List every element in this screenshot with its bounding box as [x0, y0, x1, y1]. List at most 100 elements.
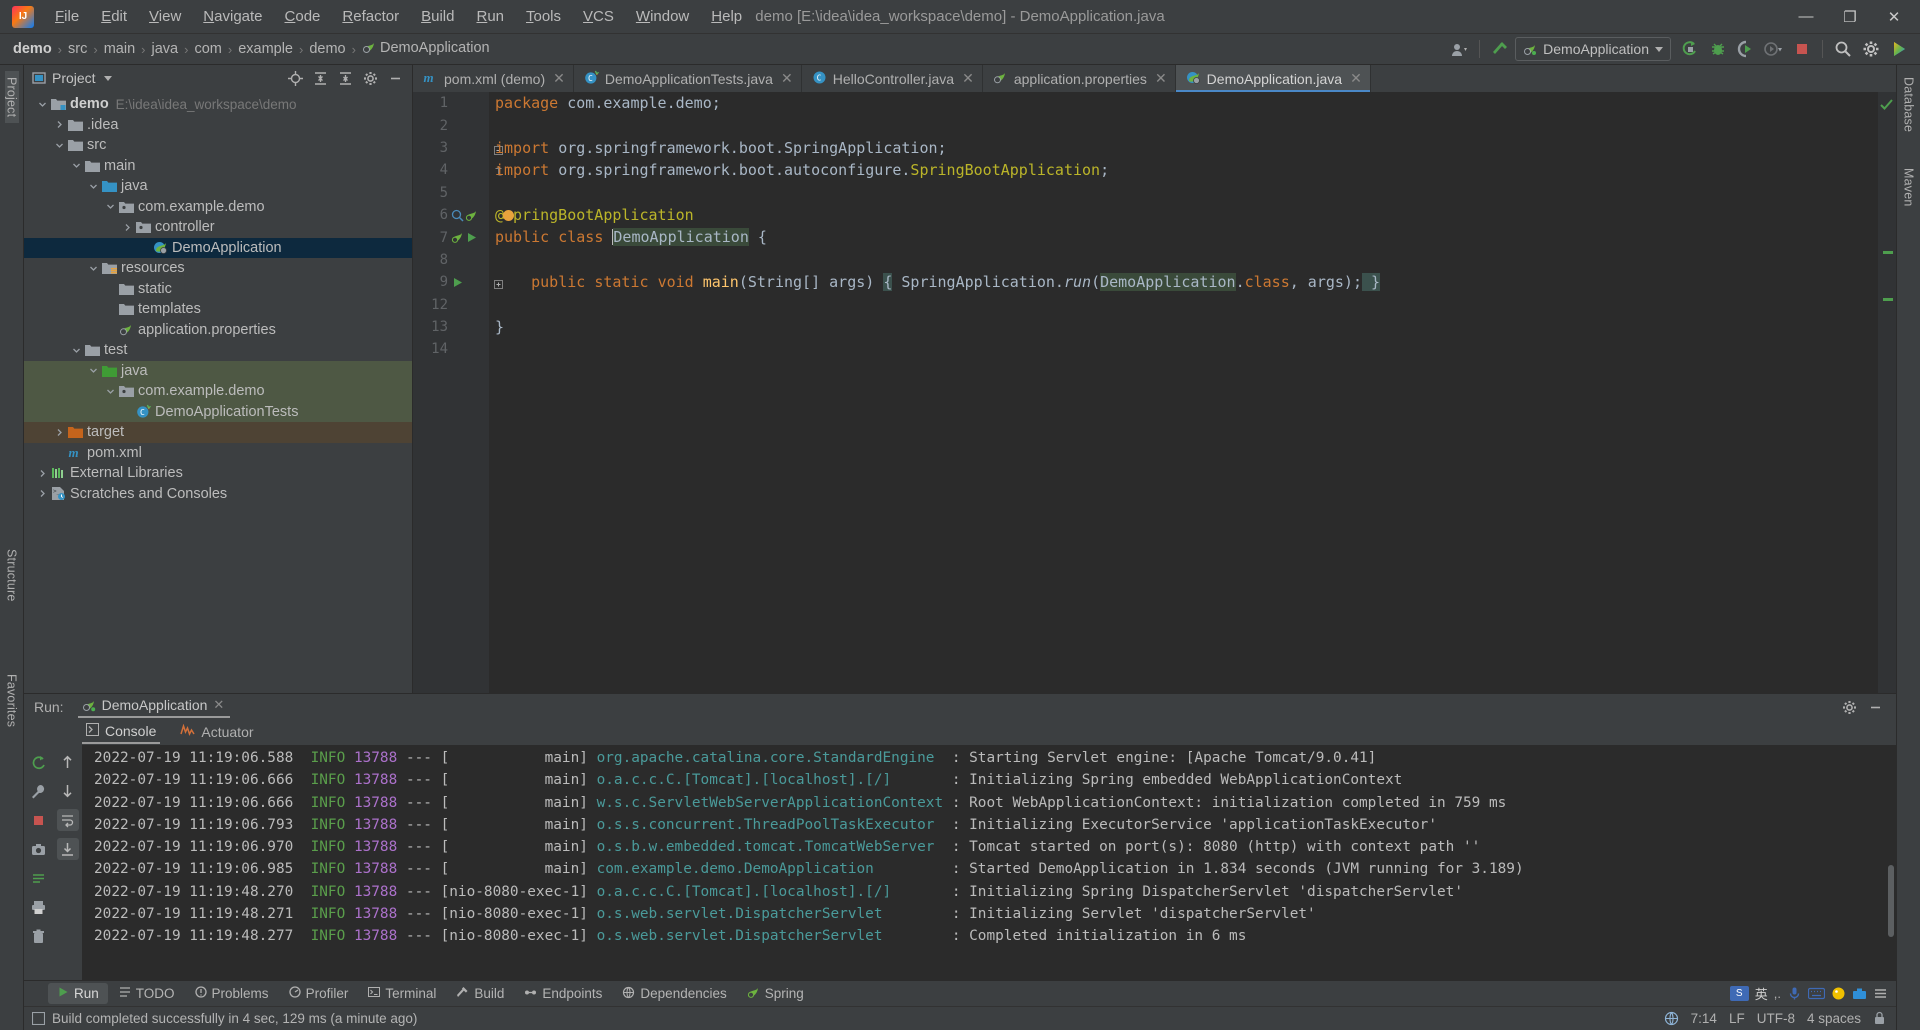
editor-gutter[interactable]: 123456789121314: [413, 92, 489, 693]
expand-all-icon[interactable]: [309, 68, 331, 88]
mic-icon[interactable]: [1787, 986, 1802, 1001]
tree-node-demoapplication[interactable]: DemoApplication: [24, 238, 412, 259]
rail-button-structure[interactable]: Structure: [5, 543, 19, 608]
gutter-line-12[interactable]: 12: [413, 294, 489, 316]
console-output[interactable]: 2022-07-19 11:19:06.588 INFO 13788 --- […: [82, 745, 1896, 980]
tool-window-button-todo[interactable]: TODO: [110, 983, 184, 1004]
editor-tab-demoapplication-java[interactable]: DemoApplication.java✕: [1176, 65, 1371, 92]
menu-item-edit[interactable]: Edit: [90, 4, 138, 29]
tree-node-main[interactable]: main: [24, 156, 412, 177]
spring-bean-icon[interactable]: [451, 231, 464, 244]
rail-button-project[interactable]: Project: [5, 71, 19, 123]
maximize-button[interactable]: ❐: [1828, 0, 1872, 33]
code-line-9[interactable]: public static void main(String[] args) {…: [495, 271, 1878, 293]
code-line-8[interactable]: [495, 249, 1878, 271]
tool-window-button-run[interactable]: Run: [48, 983, 108, 1004]
settings-gear-icon[interactable]: [1838, 697, 1860, 717]
run-gutter-icon[interactable]: [465, 231, 478, 244]
camera-icon[interactable]: [28, 838, 50, 860]
scroll-up-icon[interactable]: [57, 751, 79, 773]
run-gutter-icon[interactable]: [451, 276, 464, 289]
tool-window-button-terminal[interactable]: Terminal: [359, 983, 445, 1004]
tree-expander-icon[interactable]: [53, 120, 66, 129]
hide-icon[interactable]: [1864, 697, 1886, 717]
code-line-1[interactable]: package com.example.demo;: [495, 92, 1878, 114]
scroll-to-end-icon[interactable]: [57, 838, 79, 860]
gutter-line-14[interactable]: 14: [413, 338, 489, 360]
menu-item-refactor[interactable]: Refactor: [331, 4, 410, 29]
tree-node-target[interactable]: target: [24, 422, 412, 443]
code-line-5[interactable]: [495, 182, 1878, 204]
search-everywhere-icon[interactable]: [1830, 37, 1856, 61]
tree-node-application-properties[interactable]: application.properties: [24, 320, 412, 341]
debug-icon[interactable]: [1705, 37, 1731, 61]
tree-expander-icon[interactable]: [53, 428, 66, 437]
menu-icon[interactable]: [1873, 986, 1888, 1001]
menu-item-tools[interactable]: Tools: [515, 4, 572, 29]
code-line-6[interactable]: @pringBootApplication: [495, 204, 1878, 226]
run-configuration-selector[interactable]: DemoApplication: [1515, 37, 1671, 61]
target-scroll-from-source-icon[interactable]: [284, 68, 306, 88]
tree-expander-icon[interactable]: [36, 469, 49, 478]
tree-expander-icon[interactable]: [36, 489, 49, 498]
tool-window-button-problems[interactable]: Problems: [186, 983, 278, 1004]
encoding[interactable]: UTF-8: [1757, 1011, 1795, 1026]
editor-tab-application-properties[interactable]: application.properties✕: [983, 65, 1176, 92]
tool-window-button-profiler[interactable]: Profiler: [280, 983, 358, 1004]
gutter-line-1[interactable]: 1: [413, 92, 489, 114]
tree-expander-icon[interactable]: [53, 141, 66, 150]
breadcrumb-item-demo[interactable]: demo: [10, 39, 55, 59]
tree-expander-icon[interactable]: [87, 182, 100, 191]
profiler-dropdown-icon[interactable]: [1761, 37, 1787, 61]
gutter-line-4[interactable]: 4: [413, 159, 489, 181]
code-line-3[interactable]: import org.springframework.boot.SpringAp…: [495, 137, 1878, 159]
hammer-build-icon[interactable]: [1487, 37, 1513, 61]
palette-icon[interactable]: [1831, 986, 1846, 1001]
tool-window-button-dependencies[interactable]: Dependencies: [613, 983, 735, 1005]
gutter-line-9[interactable]: 9: [413, 271, 489, 293]
caret-position[interactable]: 7:14: [1691, 1011, 1717, 1026]
code-editor[interactable]: 123456789121314 package com.example.demo…: [413, 92, 1896, 693]
breadcrumb-item-src[interactable]: src: [65, 39, 90, 59]
run-icon[interactable]: [1677, 37, 1703, 61]
keyboard-icon[interactable]: [1808, 987, 1825, 1000]
breadcrumb-item-example[interactable]: example: [235, 39, 296, 59]
editor-tab-hellocontroller-java[interactable]: CHelloController.java✕: [802, 65, 983, 92]
menu-item-vcs[interactable]: VCS: [572, 4, 625, 29]
trash-icon[interactable]: [28, 925, 50, 947]
rail-button-database[interactable]: Database: [1902, 71, 1916, 138]
code-line-2[interactable]: [495, 114, 1878, 136]
collapse-all-icon[interactable]: [334, 68, 356, 88]
editor-markers-panel[interactable]: [1878, 92, 1896, 693]
tool-window-button-build[interactable]: Build: [447, 983, 513, 1005]
tree-node-com-example-demo[interactable]: com.example.demo: [24, 197, 412, 218]
dump-threads-icon[interactable]: [28, 867, 50, 889]
menu-item-view[interactable]: View: [138, 4, 192, 29]
breadcrumb-item-main[interactable]: main: [101, 39, 138, 59]
gutter-line-3[interactable]: 3: [413, 137, 489, 159]
print-icon[interactable]: [28, 896, 50, 918]
globe-icon[interactable]: [1664, 1011, 1679, 1026]
menu-item-build[interactable]: Build: [410, 4, 465, 29]
rerun-icon[interactable]: [28, 751, 50, 773]
rail-button-favorites[interactable]: Favorites: [5, 668, 19, 733]
editor-tab-pom-xml-demo-[interactable]: mpom.xml (demo)✕: [413, 65, 574, 92]
updates-icon[interactable]: [1886, 37, 1912, 61]
tree-node-test[interactable]: test: [24, 340, 412, 361]
tree-expander-icon[interactable]: [104, 387, 117, 396]
console-scrollbar[interactable]: [1888, 865, 1894, 937]
scroll-down-icon[interactable]: [57, 780, 79, 802]
tree-node-demo[interactable]: demoE:\idea\idea_workspace\demo: [24, 94, 412, 115]
minimize-button[interactable]: —: [1784, 0, 1828, 33]
code-line-4[interactable]: import org.springframework.boot.autoconf…: [495, 159, 1878, 181]
tree-node-com-example-demo[interactable]: com.example.demo: [24, 381, 412, 402]
lock-icon[interactable]: [1873, 1011, 1886, 1026]
settings-gear-icon[interactable]: [1858, 37, 1884, 61]
settings-gear-icon[interactable]: [359, 68, 381, 88]
tree-node-demoapplicationtests[interactable]: CDemoApplicationTests: [24, 402, 412, 423]
menu-item-navigate[interactable]: Navigate: [192, 4, 273, 29]
toolbox-icon[interactable]: [1852, 986, 1867, 1001]
run-with-coverage-icon[interactable]: [1733, 37, 1759, 61]
chinese-mode-icon[interactable]: 英: [1755, 984, 1768, 1003]
tree-node-templates[interactable]: templates: [24, 299, 412, 320]
